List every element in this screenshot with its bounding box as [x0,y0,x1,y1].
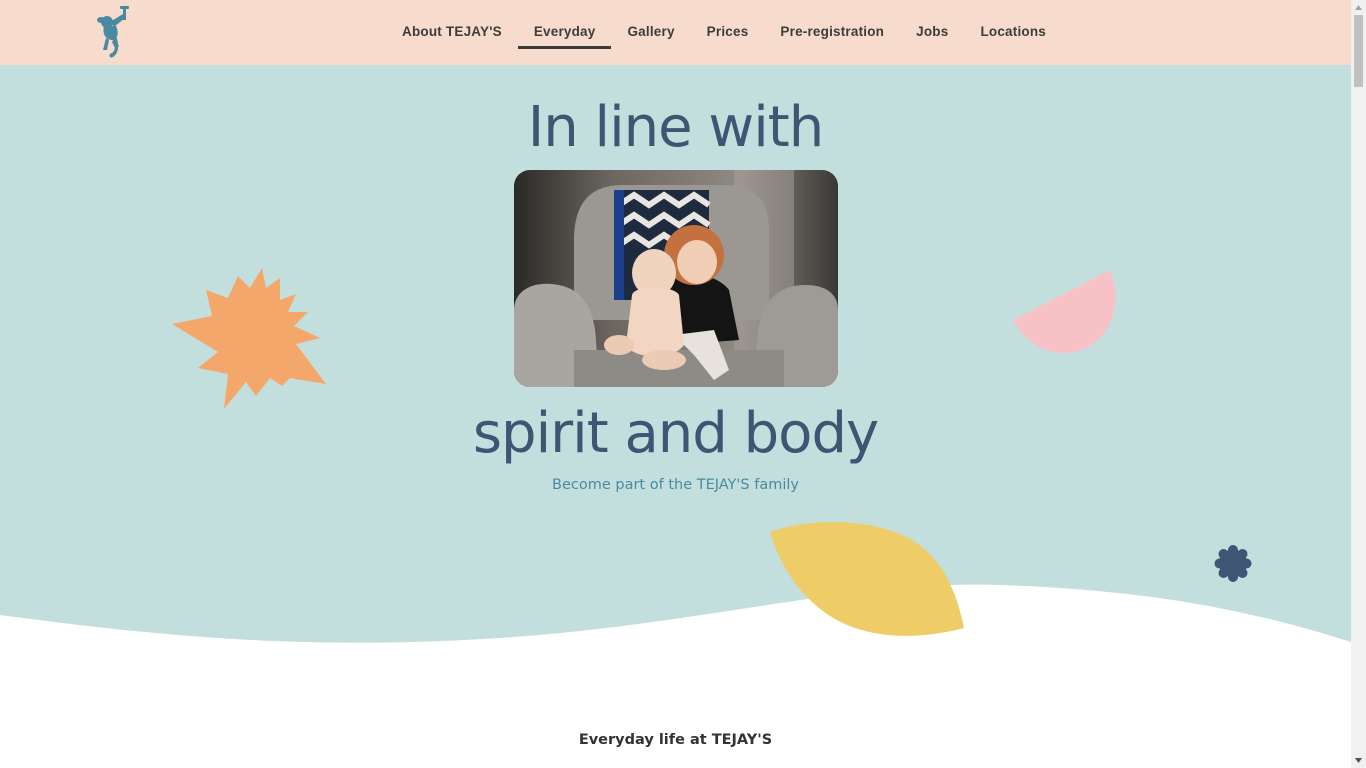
monkey-logo-icon[interactable] [96,6,130,60]
hero-headline-bottom: spirit and body [472,401,879,466]
nav-item-locations[interactable]: Locations [964,0,1062,63]
page-scrollbar[interactable] [1351,0,1366,768]
hero-headline-top: In line with [527,95,824,160]
section-title-everyday-life: Everyday life at TEJAY'S [578,732,773,748]
nav-item-gallery[interactable]: Gallery [611,0,690,63]
hero-section: In line with spirit and body Become part… [0,65,1351,665]
page: In line with spirit and body Become part… [0,0,1351,768]
nav-label: About TEJAY'S [402,24,502,39]
nav-label: Pre-registration [780,24,885,39]
nav-label: Locations [980,24,1047,39]
main-nav: About TEJAY'S Everyday Gallery Prices Pr… [386,0,1062,65]
nav-label: Everyday [533,24,596,39]
nav-label: Gallery [627,24,675,39]
nav-item-prices[interactable]: Prices [691,0,765,63]
nav-item-jobs[interactable]: Jobs [900,0,964,63]
nav-item-pre-registration[interactable]: Pre-registration [764,0,900,63]
nav-item-about[interactable]: About TEJAY'S [386,0,518,63]
scroll-down-arrow-icon[interactable] [1351,753,1366,768]
children-photo [514,170,838,387]
starburst-shape [172,268,326,409]
scrollbar-thumb[interactable] [1354,15,1363,87]
nav-item-everyday[interactable]: Everyday [517,0,612,63]
nav-label: Prices [706,24,749,39]
scroll-up-arrow-icon[interactable] [1351,0,1366,15]
hero-tagline: Become part of the TEJAY'S family [552,477,799,493]
site-header: About TEJAY'S Everyday Gallery Prices Pr… [0,0,1351,65]
nav-label: Jobs [916,24,949,39]
half-circle-shape [1013,270,1116,354]
leaf-shape [770,522,964,636]
flower-shape [1214,545,1252,582]
